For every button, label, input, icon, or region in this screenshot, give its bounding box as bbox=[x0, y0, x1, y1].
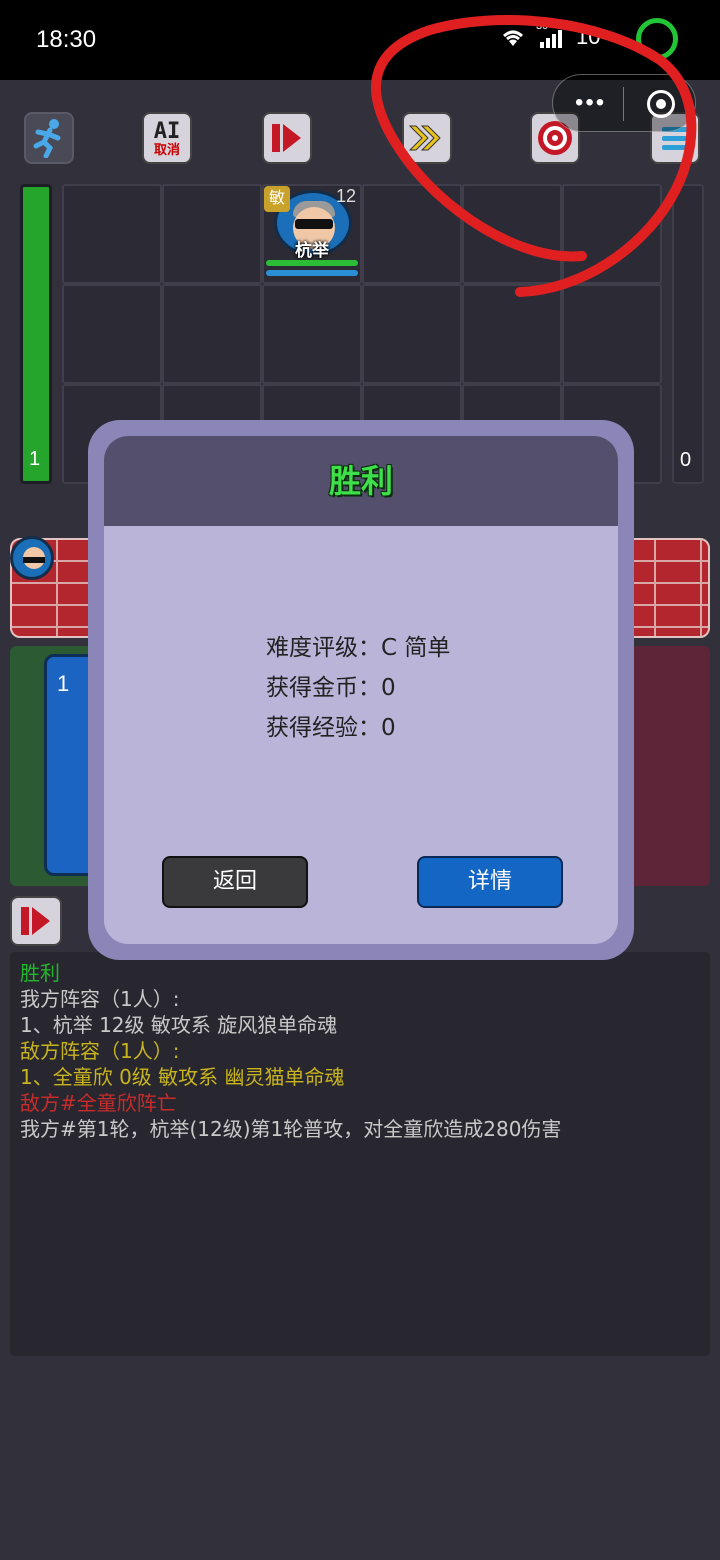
flee-button[interactable] bbox=[24, 112, 74, 164]
log-line: 敌方#全童欣阵亡 bbox=[20, 1091, 177, 1115]
grid-cell[interactable] bbox=[162, 284, 262, 384]
result-dialog: 胜利 难度评级：C 简单 获得金币：0 获得经验：0 返回 详情 bbox=[104, 436, 618, 944]
exp-earned: 获得经验：0 bbox=[266, 715, 396, 741]
turn-marker-avatar bbox=[10, 536, 56, 592]
ai-cancel-label: 取消 bbox=[153, 141, 180, 157]
hero-name: 杭举 bbox=[295, 241, 329, 260]
battle-log: 胜利 我方阵容（1人）: 1、杭举 12级 敏攻系 旋风狼单命魂 敌方阵容（1人… bbox=[10, 952, 710, 1356]
result-rewards: 难度评级：C 简单 获得金币：0 获得经验：0 bbox=[266, 628, 450, 748]
player-hp-value: 1 bbox=[29, 448, 41, 470]
status-bar: 18:30 39 10 bbox=[0, 0, 720, 80]
recording-indicator-icon bbox=[636, 18, 678, 60]
log-line: 1、杭举 12级 敏攻系 旋风狼单命魂 bbox=[20, 1013, 338, 1037]
back-button[interactable]: 返回 bbox=[162, 856, 308, 908]
grid-cell[interactable] bbox=[362, 184, 462, 284]
mini-program-capsule: ••• bbox=[552, 74, 696, 132]
log-line: 胜利 bbox=[20, 961, 60, 985]
signal-icon: 39 bbox=[536, 20, 566, 48]
status-time: 18:30 bbox=[36, 26, 97, 53]
speed-button[interactable] bbox=[402, 112, 452, 164]
grid-cell[interactable] bbox=[262, 284, 362, 384]
hero-class-badge: 敏 bbox=[264, 186, 290, 212]
sunglasses-icon bbox=[295, 219, 333, 229]
player-hp-bar: 1 bbox=[20, 184, 52, 484]
grid-cell[interactable] bbox=[462, 284, 562, 384]
grid-cell[interactable] bbox=[562, 184, 662, 284]
ai-label: AI bbox=[153, 118, 181, 144]
fast-forward-icon bbox=[408, 125, 441, 151]
battery-level: 10 bbox=[576, 24, 601, 49]
status-icons: 39 10 bbox=[500, 20, 601, 50]
hero-token[interactable]: 敏 12 杭举 bbox=[264, 186, 364, 282]
gold-earned: 获得金币：0 bbox=[266, 675, 396, 701]
enemy-hp-value: 0 bbox=[680, 449, 692, 471]
grid-cell[interactable] bbox=[62, 184, 162, 284]
running-man-icon bbox=[33, 119, 61, 158]
ai-cancel-button[interactable]: AI 取消 bbox=[142, 112, 192, 164]
difficulty-rating: 难度评级：C 简单 bbox=[266, 635, 451, 661]
grid-cell[interactable] bbox=[62, 284, 162, 384]
grid-cell[interactable] bbox=[162, 184, 262, 284]
skip-button[interactable] bbox=[262, 112, 312, 164]
grid-cell[interactable] bbox=[462, 184, 562, 284]
play-skip-icon bbox=[272, 124, 301, 152]
log-line: 我方阵容（1人）: bbox=[20, 987, 180, 1011]
wifi-icon bbox=[503, 30, 523, 46]
play-skip-icon bbox=[21, 907, 50, 935]
log-line: 我方#第1轮，杭举(12级)第1轮普攻，对全童欣造成280伤害 bbox=[20, 1117, 562, 1141]
signal-label: 39 bbox=[536, 20, 549, 32]
hero-level: 12 bbox=[336, 186, 357, 206]
log-line: 敌方阵容（1人）: bbox=[20, 1039, 180, 1063]
result-title: 胜利 bbox=[328, 462, 393, 500]
hero-hp-bar bbox=[266, 260, 358, 266]
grid-cell[interactable] bbox=[562, 284, 662, 384]
skill-card-number: 1 bbox=[57, 671, 70, 696]
more-menu-button[interactable]: ••• bbox=[575, 89, 606, 117]
grid-cell[interactable] bbox=[362, 284, 462, 384]
skip-turn-button[interactable] bbox=[10, 896, 62, 946]
enemy-hp-bar: 0 bbox=[672, 184, 704, 484]
close-mini-program-icon[interactable] bbox=[647, 90, 675, 118]
log-line: 1、全童欣 0级 敏攻系 幽灵猫单命魂 bbox=[20, 1065, 345, 1089]
hero-mp-bar bbox=[266, 270, 358, 276]
details-button[interactable]: 详情 bbox=[417, 856, 563, 908]
